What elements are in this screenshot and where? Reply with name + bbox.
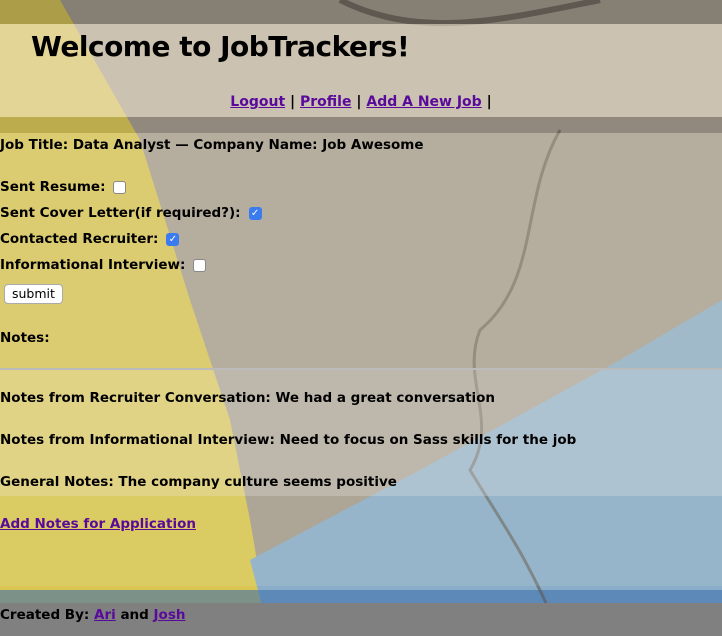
checklist-item: Sent Resume:: [0, 179, 127, 195]
checkbox-label: Informational Interview:: [0, 257, 186, 273]
job-heading: Job Title: Data Analyst — Company Name: …: [0, 137, 424, 153]
checklist-item: Informational Interview:: [0, 257, 207, 273]
checklist-item: Sent Cover Letter(if required?): ✓: [0, 205, 262, 221]
created-by-label: Created By:: [0, 607, 90, 623]
cover-letter-checkbox[interactable]: ✓: [248, 206, 262, 220]
checkbox-label: Contacted Recruiter:: [0, 231, 159, 247]
checkbox-label: Sent Cover Letter(if required?):: [0, 205, 241, 221]
add-notes-link[interactable]: Add Notes for Application: [0, 516, 196, 532]
add-job-link[interactable]: Add A New Job: [366, 94, 481, 110]
logout-link[interactable]: Logout: [230, 94, 285, 110]
footer-credits: Created By: Ari and Josh: [0, 607, 185, 623]
informational-interview-checkbox[interactable]: [193, 258, 207, 272]
submit-button[interactable]: submit: [4, 284, 63, 304]
checkbox-label: Sent Resume:: [0, 179, 106, 195]
nav-bar: Logout | Profile | Add A New Job |: [0, 94, 722, 110]
sent-resume-checkbox[interactable]: [113, 180, 127, 194]
page-title: Welcome to JobTrackers!: [31, 30, 410, 63]
checklist-item: Contacted Recruiter: ✓: [0, 231, 180, 247]
nav-separator: |: [356, 94, 362, 110]
nav-separator: |: [486, 94, 492, 110]
general-notes: General Notes: The company culture seems…: [0, 474, 397, 490]
author-ari-link[interactable]: Ari: [94, 607, 116, 623]
notes-heading: Notes:: [0, 330, 50, 346]
profile-link[interactable]: Profile: [300, 94, 351, 110]
recruiter-notes: Notes from Recruiter Conversation: We ha…: [0, 390, 496, 406]
page-content: Welcome to JobTrackers! Logout | Profile…: [0, 0, 722, 636]
and-text: and: [120, 607, 149, 623]
nav-separator: |: [290, 94, 296, 110]
informational-notes: Notes from Informational Interview: Need…: [0, 432, 577, 448]
contacted-recruiter-checkbox[interactable]: ✓: [166, 232, 180, 246]
author-josh-link[interactable]: Josh: [154, 607, 186, 623]
